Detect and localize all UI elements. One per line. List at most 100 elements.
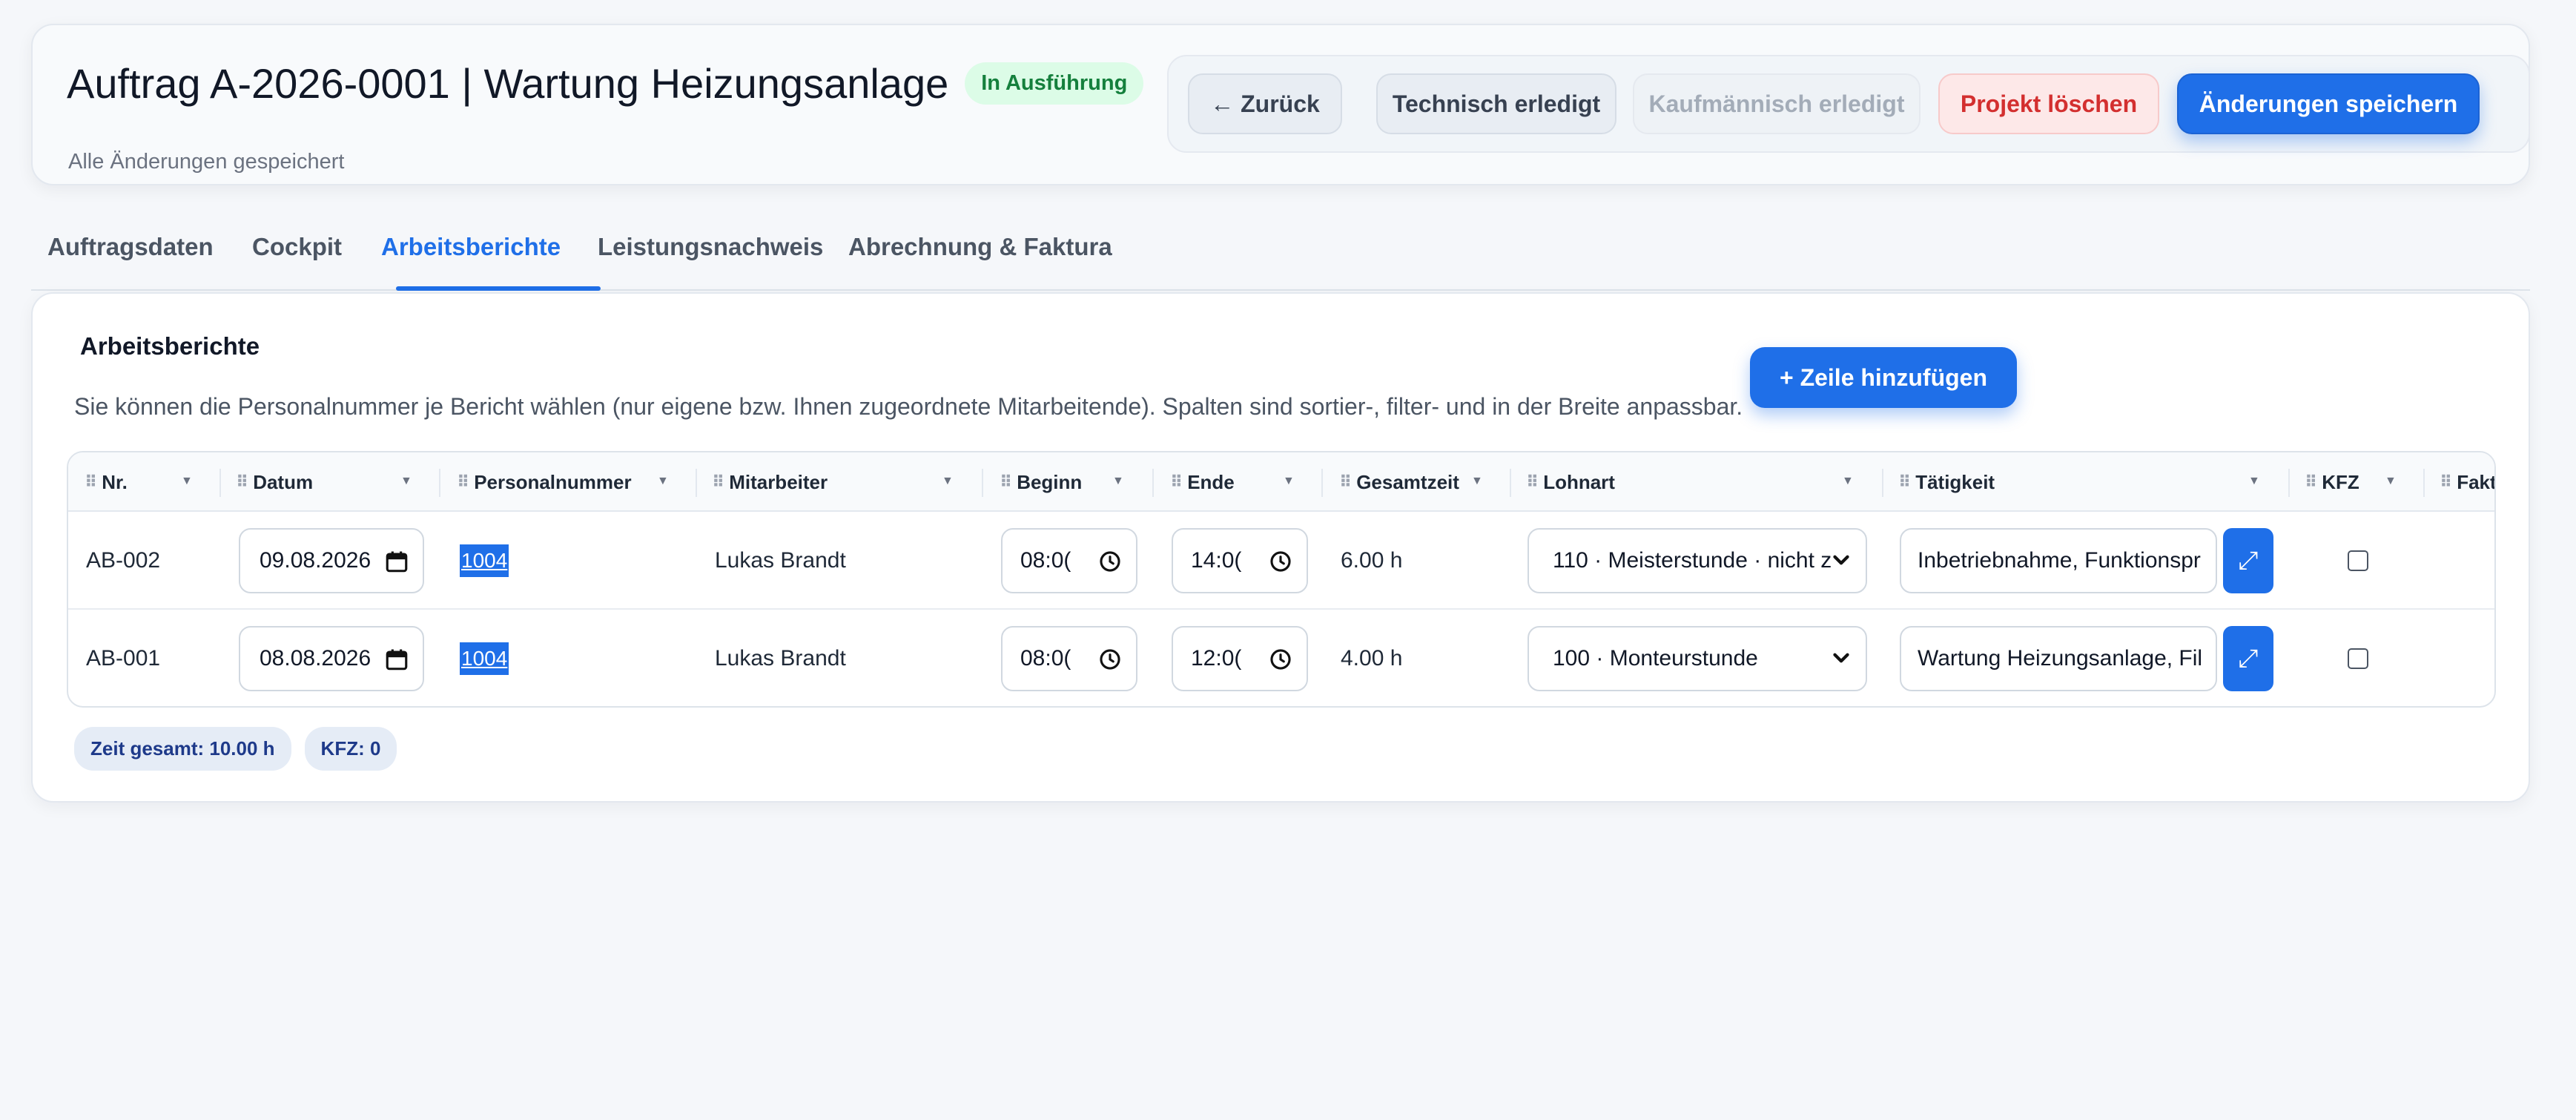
column-header-lohnart[interactable]: ⠿ Lohnart (1526, 452, 1615, 512)
column-resizer[interactable] (2423, 469, 2425, 497)
date-input[interactable]: 09.08.2026 (239, 528, 424, 593)
clock-icon[interactable] (1268, 549, 1293, 574)
delete-project-button[interactable]: Projekt löschen (1938, 73, 2159, 134)
cell-mitarbeiter: Lukas Brandt (715, 646, 846, 671)
column-header-datum[interactable]: ⠿ Datum (236, 452, 313, 512)
column-label: Mitarbeiter (729, 470, 828, 493)
page-title: Auftrag A-2026-0001 | Wartung Heizungsan… (67, 60, 949, 107)
column-header-beginn[interactable]: ⠿ Beginn (1000, 452, 1082, 512)
sort-arrow-icon[interactable]: ▼ (1283, 475, 1295, 488)
drag-handle-icon[interactable]: ⠿ (2305, 472, 2317, 492)
sort-arrow-icon[interactable]: ▼ (657, 475, 669, 488)
add-row-button[interactable]: + Zeile hinzufügen (1750, 347, 2017, 408)
column-header-fakt[interactable]: ⠿ Fakt (2440, 452, 2494, 512)
wage-type-select[interactable]: 100 · Monteurstunde (1528, 626, 1867, 691)
drag-handle-icon[interactable]: ⠿ (236, 472, 248, 492)
action-bar: ← Zurück Technisch erledigt Kaufmännisch… (1167, 55, 2530, 153)
column-header-taetigkeit[interactable]: ⠿ Tätigkeit (1898, 452, 1995, 512)
column-header-kfz[interactable]: ⠿ KFZ (2305, 452, 2359, 512)
drag-handle-icon[interactable]: ⠿ (457, 472, 469, 492)
column-header-mitarbeiter[interactable]: ⠿ Mitarbeiter (712, 452, 828, 512)
column-resizer[interactable] (439, 469, 440, 497)
kfz-checkbox[interactable] (2348, 648, 2368, 669)
column-resizer[interactable] (1882, 469, 1883, 497)
column-label: KFZ (2322, 470, 2359, 493)
save-changes-button[interactable]: Änderungen speichern (2177, 73, 2480, 134)
wage-type-value: 110 · Meisterstunde · nicht z (1553, 548, 1832, 573)
drag-handle-icon[interactable]: ⠿ (2440, 472, 2452, 492)
chevron-down-icon (1833, 653, 1849, 663)
column-header-nr[interactable]: ⠿ Nr. (85, 452, 128, 512)
sort-arrow-icon[interactable]: ▼ (400, 475, 412, 488)
active-tab-indicator (396, 286, 601, 291)
sort-arrow-icon[interactable]: ▼ (942, 475, 954, 488)
column-label: Gesamtzeit (1356, 470, 1459, 493)
drag-handle-icon[interactable]: ⠿ (1898, 472, 1911, 492)
tab-auftragsdaten[interactable]: Auftragsdaten (47, 227, 214, 291)
end-time-input[interactable]: 12:0( (1172, 626, 1308, 691)
back-button[interactable]: ← Zurück (1188, 73, 1342, 134)
column-resizer[interactable] (219, 469, 221, 497)
table-row: AB-002 09.08.2026 1004 Lukas Brandt 08:0… (68, 512, 2494, 610)
start-time-input[interactable]: 08:0( (1001, 626, 1137, 691)
calendar-icon[interactable] (384, 549, 409, 574)
column-resizer[interactable] (1152, 469, 1154, 497)
activity-value: Inbetriebnahme, Funktionspr (1918, 548, 2201, 573)
sort-arrow-icon[interactable]: ▼ (181, 475, 193, 488)
column-header-personalnummer[interactable]: ⠿ Personalnummer (457, 452, 632, 512)
sort-arrow-icon[interactable]: ▼ (2248, 475, 2260, 488)
activity-input[interactable]: Wartung Heizungsanlage, Fil (1900, 626, 2217, 691)
personnel-number-value[interactable]: 1004 (460, 642, 509, 675)
date-value: 08.08.2026 (260, 646, 371, 671)
drag-handle-icon[interactable]: ⠿ (85, 472, 97, 492)
sort-arrow-icon[interactable]: ▼ (1471, 475, 1483, 488)
column-header-ende[interactable]: ⠿ Ende (1170, 452, 1235, 512)
tab-cockpit[interactable]: Cockpit (252, 227, 342, 291)
cell-nr: AB-002 (86, 548, 161, 573)
save-status: Alle Änderungen gespeichert (68, 150, 345, 174)
column-resizer[interactable] (696, 469, 697, 497)
commercial-done-button[interactable]: Kaufmännisch erledigt (1633, 73, 1921, 134)
column-resizer[interactable] (1321, 469, 1323, 497)
start-time-input[interactable]: 08:0( (1001, 528, 1137, 593)
column-label: Personalnummer (474, 470, 632, 493)
start-time-value: 08:0( (1020, 548, 1071, 573)
title-row: Auftrag A-2026-0001 | Wartung Heizungsan… (67, 59, 1144, 108)
column-label: Tätigkeit (1915, 470, 1995, 493)
tab-abrechnung-faktura[interactable]: Abrechnung & Faktura (848, 227, 1112, 291)
column-resizer[interactable] (1510, 469, 1511, 497)
kfz-checkbox[interactable] (2348, 550, 2368, 571)
date-input[interactable]: 08.08.2026 (239, 626, 424, 691)
sort-arrow-icon[interactable]: ▼ (1112, 475, 1124, 488)
end-time-input[interactable]: 14:0( (1172, 528, 1308, 593)
clock-icon[interactable] (1268, 647, 1293, 672)
calendar-icon[interactable] (384, 647, 409, 672)
expand-icon[interactable]: ⤢ (2223, 626, 2273, 691)
technical-done-button[interactable]: Technisch erledigt (1376, 73, 1616, 134)
column-resizer[interactable] (982, 469, 983, 497)
column-label: Nr. (102, 470, 128, 493)
sort-arrow-icon[interactable]: ▼ (2385, 475, 2397, 488)
drag-handle-icon[interactable]: ⠿ (1339, 472, 1352, 492)
table-header: ⠿ Nr. ▼ ⠿ Datum ▼ ⠿ Personalnummer ▼ ⠿ Mitar… (68, 452, 2494, 512)
tab-arbeitsberichte[interactable]: Arbeitsberichte (381, 227, 561, 291)
drag-handle-icon[interactable]: ⠿ (712, 472, 724, 492)
clock-icon[interactable] (1097, 549, 1123, 574)
personnel-number-select[interactable]: 1004 (460, 512, 509, 610)
wage-type-select[interactable]: 110 · Meisterstunde · nicht z (1528, 528, 1867, 593)
sort-arrow-icon[interactable]: ▼ (1842, 475, 1854, 488)
tab-leistungsnachweis[interactable]: Leistungsnachweis (598, 227, 823, 291)
personnel-number-select[interactable]: 1004 (460, 610, 509, 706)
personnel-number-value[interactable]: 1004 (460, 544, 509, 577)
drag-handle-icon[interactable]: ⠿ (1170, 472, 1183, 492)
column-label: Beginn (1017, 470, 1083, 493)
drag-handle-icon[interactable]: ⠿ (1526, 472, 1539, 492)
column-resizer[interactable] (2288, 469, 2290, 497)
expand-icon[interactable]: ⤢ (2223, 528, 2273, 593)
column-header-gesamtzeit[interactable]: ⠿ Gesamtzeit (1339, 452, 1459, 512)
clock-icon[interactable] (1097, 647, 1123, 672)
start-time-value: 08:0( (1020, 646, 1071, 671)
activity-input[interactable]: Inbetriebnahme, Funktionspr (1900, 528, 2217, 593)
end-time-value: 14:0( (1191, 548, 1242, 573)
drag-handle-icon[interactable]: ⠿ (1000, 472, 1012, 492)
